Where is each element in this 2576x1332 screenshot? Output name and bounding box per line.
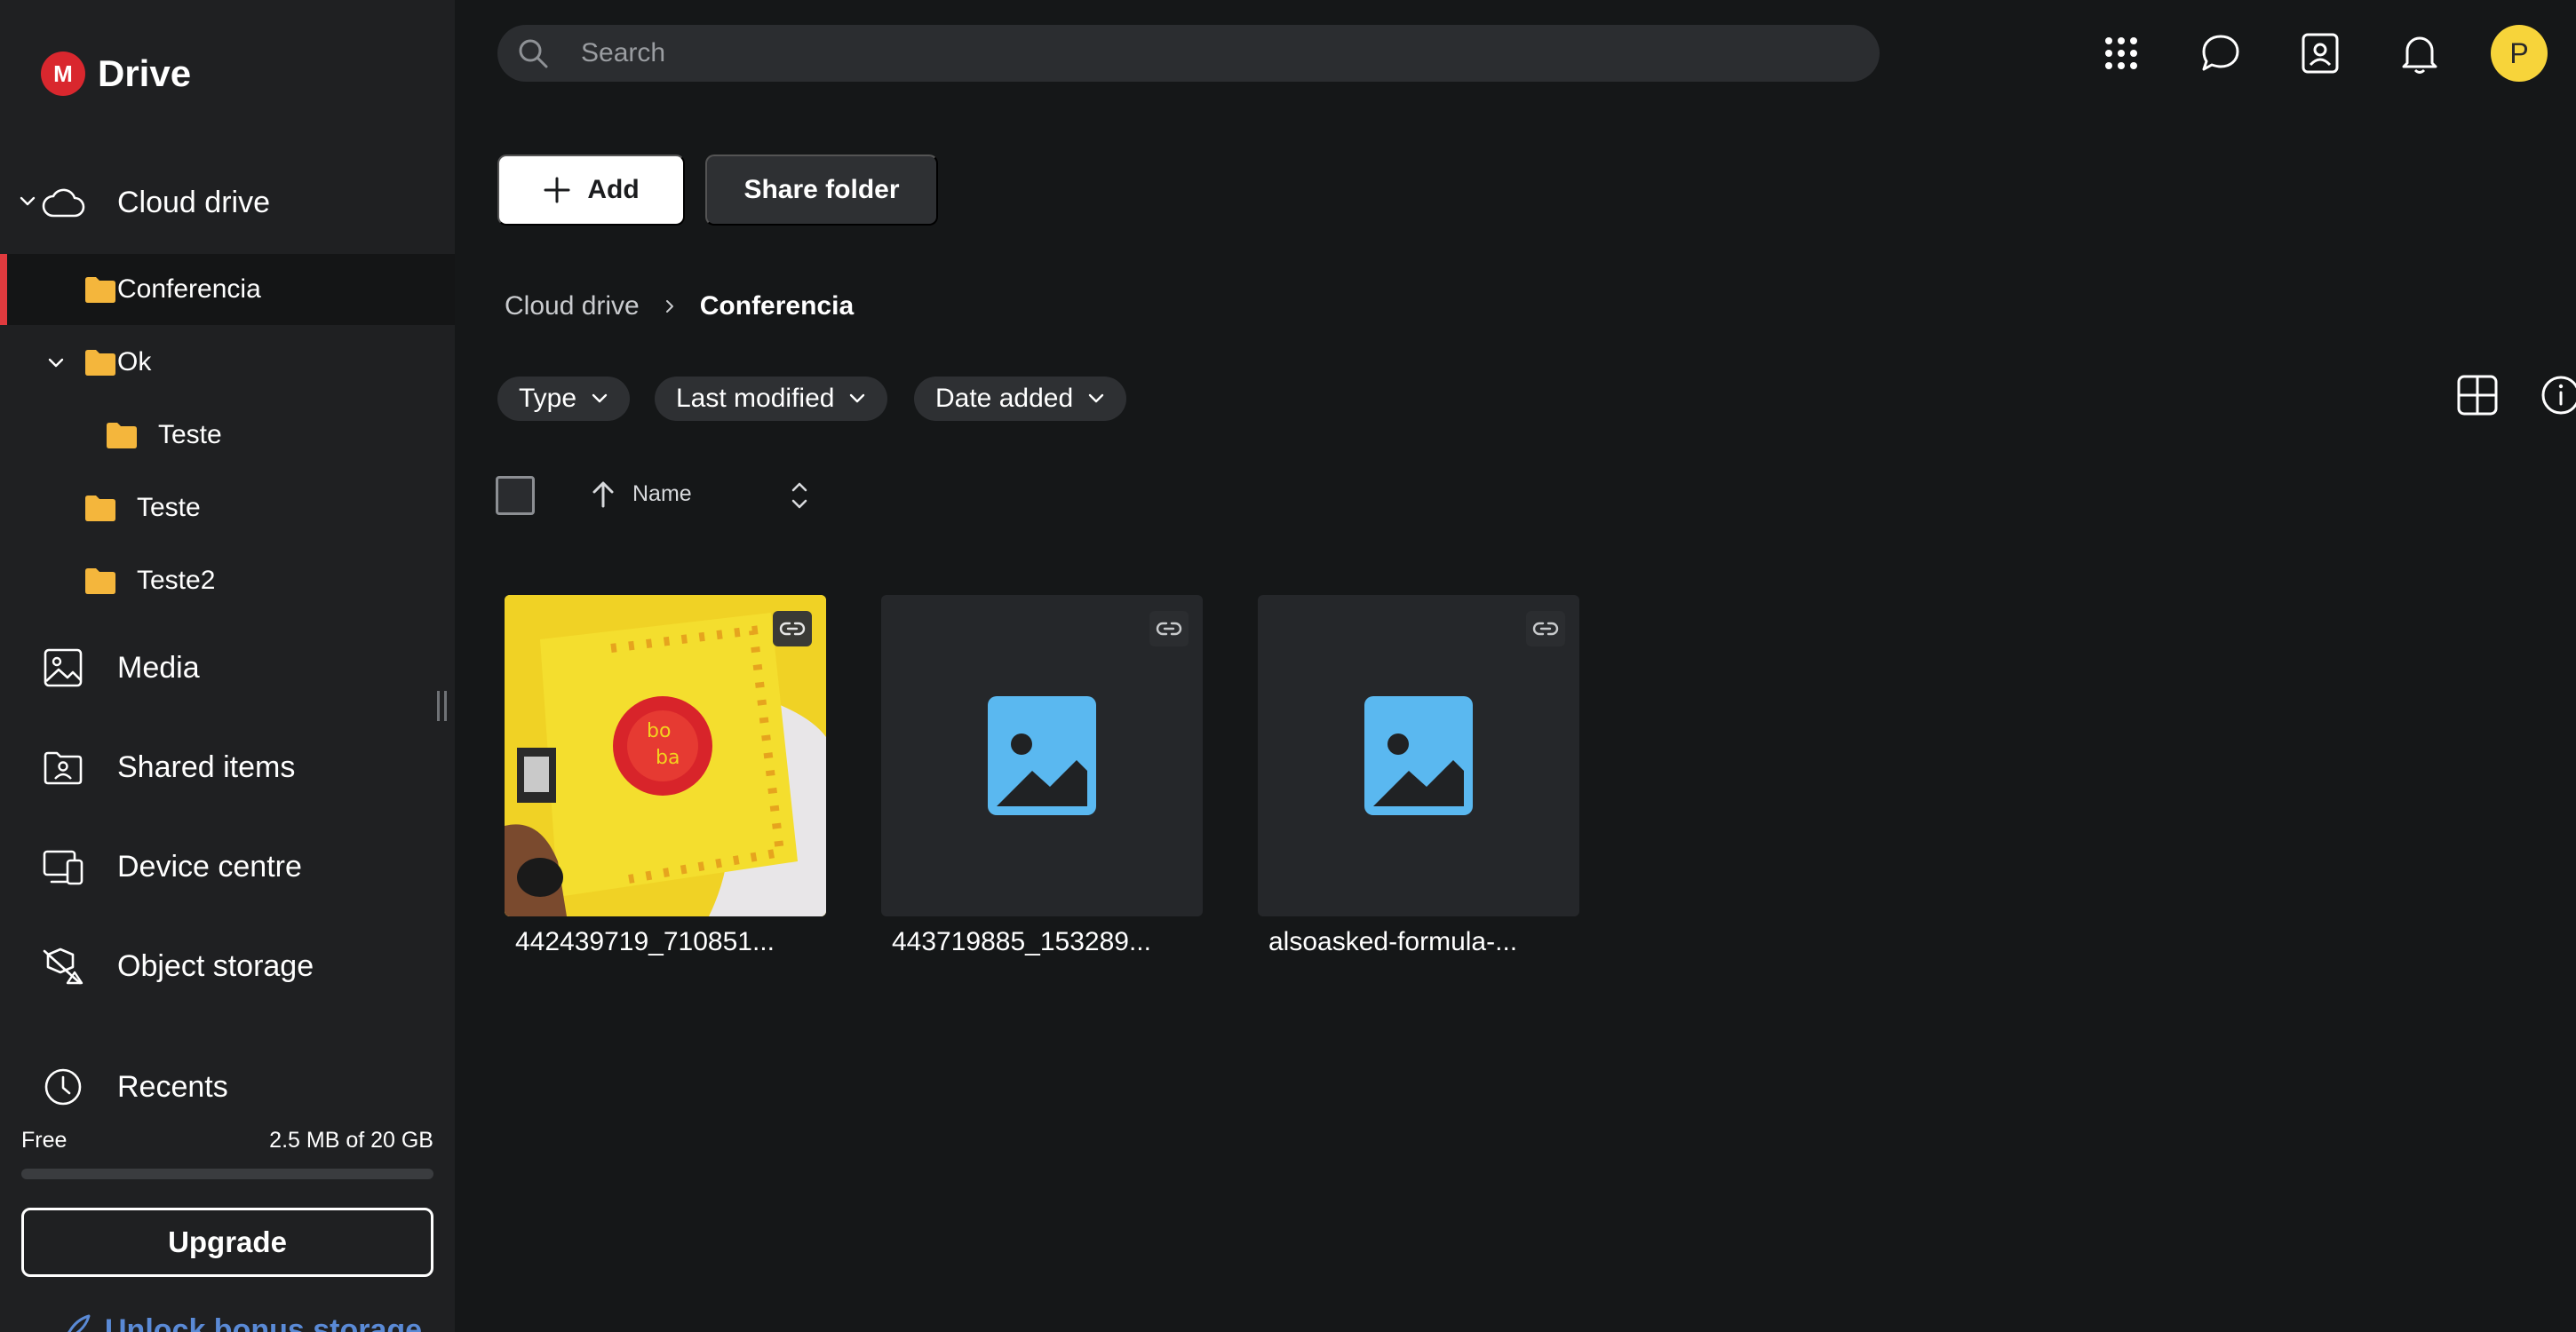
filter-label: Date added [935, 384, 1074, 413]
sidebar-folder-teste[interactable]: Teste [0, 480, 455, 536]
clock-icon [44, 1068, 82, 1106]
grid-view-icon[interactable] [2455, 373, 2500, 417]
chevron-down-icon [850, 393, 865, 403]
sidebar-item-label: Cloud drive [117, 185, 270, 219]
sidebar-item-label: Shared items [117, 749, 296, 784]
sidebar-item-device-centre[interactable]: Device centre [0, 835, 455, 899]
link-icon[interactable] [773, 611, 812, 646]
brand-name: Drive [98, 52, 192, 94]
sidebar: M Drive Cloud drive Conferencia Ok Teste [0, 0, 455, 1332]
sidebar-folder-conferencia[interactable]: Conferencia [0, 254, 455, 325]
sidebar-folder-label: Teste [158, 420, 222, 449]
folder-icon [107, 423, 137, 448]
file-tile-image[interactable] [1258, 595, 1579, 916]
unlock-bonus-storage-link[interactable]: Unlock bonus storage [53, 1312, 422, 1332]
file-name[interactable]: alsoasked-formula-... [1268, 927, 1517, 957]
filter-last-modified[interactable]: Last modified [655, 377, 888, 421]
sidebar-item-cloud-drive[interactable]: Cloud drive [0, 174, 455, 231]
sidebar-item-label: Media [117, 650, 200, 685]
link-icon[interactable] [1149, 611, 1189, 646]
rocket-icon [67, 1314, 91, 1332]
file-name[interactable]: 442439719_710851... [515, 927, 775, 957]
breadcrumb: Cloud drive Conferencia [505, 291, 854, 321]
cloud-icon [42, 188, 85, 218]
sidebar-resize-handle[interactable] [437, 691, 451, 721]
bell-icon[interactable] [2393, 27, 2446, 80]
breadcrumb-cloud-drive[interactable]: Cloud drive [505, 291, 640, 321]
sidebar-folder-label: Ok [117, 347, 152, 377]
filter-type[interactable]: Type [497, 377, 631, 421]
devices-icon [43, 850, 83, 885]
avatar[interactable]: P [2491, 25, 2548, 82]
brand[interactable]: M Drive [41, 52, 191, 96]
shared-folder-icon [44, 751, 83, 785]
sort-toggle-icon[interactable] [787, 478, 812, 513]
sidebar-folder-teste2[interactable]: Teste2 [0, 552, 455, 609]
sidebar-item-label: Object storage [117, 948, 314, 983]
svg-text:ba: ba [656, 747, 680, 769]
file-tile-photo[interactable]: bo ba [505, 595, 826, 916]
sidebar-folder-ok[interactable]: Ok [0, 334, 455, 391]
filter-date-added[interactable]: Date added [914, 377, 1127, 421]
search-bar[interactable]: Search [497, 25, 1880, 82]
sidebar-folder-label: Conferencia [117, 274, 261, 304]
info-icon[interactable] [2539, 373, 2576, 417]
object-storage-icon [43, 947, 83, 985]
svg-text:bo: bo [647, 720, 671, 742]
search-input[interactable]: Search [581, 38, 665, 68]
link-icon[interactable] [1526, 611, 1565, 646]
file-tile-image[interactable] [881, 595, 1203, 916]
image-file-icon [1364, 696, 1473, 815]
sidebar-folder-teste-child[interactable]: Teste [0, 407, 455, 464]
folder-icon [85, 568, 115, 594]
file-name[interactable]: 443719885_153289... [892, 927, 1151, 957]
select-all-checkbox[interactable] [496, 476, 535, 515]
sidebar-folder-label: Teste [137, 493, 201, 522]
sidebar-item-shared-items[interactable]: Shared items [0, 735, 455, 799]
chevron-down-icon [1088, 393, 1104, 403]
add-button[interactable]: Add [497, 155, 685, 226]
upgrade-button[interactable]: Upgrade [21, 1208, 433, 1277]
plus-icon [544, 177, 570, 203]
image-file-icon [988, 696, 1096, 815]
drive-app: M Drive Cloud drive Conferencia Ok Teste [0, 0, 2576, 1332]
share-folder-button[interactable]: Share folder [705, 155, 938, 226]
folder-icon [85, 496, 115, 521]
storage-free-label: Free [21, 1128, 68, 1153]
brand-logo: M [41, 52, 85, 96]
chevron-down-icon[interactable] [20, 194, 36, 210]
chevron-right-icon [665, 300, 673, 313]
folder-icon [85, 277, 115, 303]
storage-progress-bar [21, 1169, 433, 1179]
filter-label: Last modified [676, 384, 835, 413]
bonus-label: Unlock bonus storage [105, 1312, 423, 1332]
breadcrumb-current: Conferencia [699, 291, 855, 321]
contacts-icon[interactable] [2294, 27, 2347, 80]
folder-icon [85, 350, 115, 376]
apps-grid-icon[interactable] [2095, 27, 2148, 80]
chevron-down-icon [592, 393, 608, 403]
sidebar-item-label: Device centre [117, 849, 302, 884]
arrow-up-icon[interactable] [590, 480, 616, 510]
chat-icon[interactable] [2194, 27, 2247, 80]
sidebar-item-label: Recents [117, 1069, 228, 1104]
search-icon [519, 39, 548, 68]
chevron-down-icon[interactable] [48, 355, 64, 371]
filter-label: Type [519, 384, 577, 413]
sidebar-folder-label: Teste2 [137, 566, 216, 595]
sidebar-item-media[interactable]: Media [0, 636, 455, 700]
add-button-label: Add [587, 175, 640, 204]
image-icon [44, 648, 83, 687]
storage-used-text: 2.5 MB of 20 GB [269, 1128, 433, 1153]
column-header-name[interactable]: Name [632, 481, 692, 507]
sidebar-item-object-storage[interactable]: Object storage [0, 934, 455, 998]
sidebar-item-recents[interactable]: Recents [0, 1055, 455, 1119]
